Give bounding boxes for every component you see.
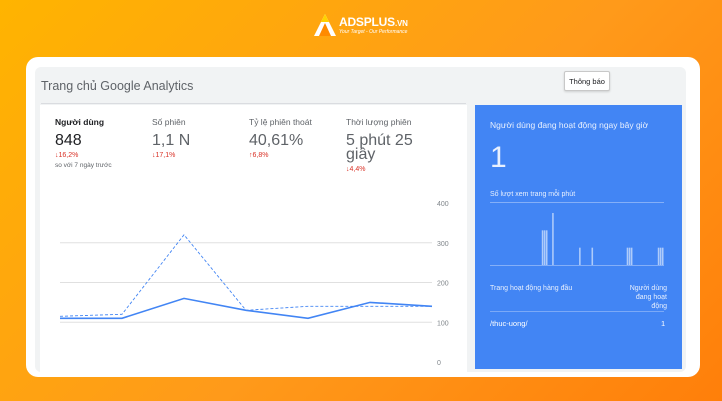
pageview-bar: [579, 247, 581, 265]
realtime-card[interactable]: Người dùng đang hoạt động ngay bây giờ 1…: [475, 105, 682, 369]
metric-bounce-rate[interactable]: Tỷ lệ phiên thoát 40,61% ↑6,8%: [249, 117, 312, 159]
metric-duration-label: Thời lượng phiên: [346, 117, 412, 127]
metric-users[interactable]: Người dùng 848 ↓16,2% so với 7 ngày trướ…: [55, 117, 115, 170]
realtime-divider: [490, 202, 664, 203]
pageview-bar: [545, 230, 548, 265]
pageview-bar: [661, 247, 664, 265]
pageview-bar: [543, 230, 546, 265]
y-tick-label: 100: [437, 320, 449, 327]
logo-tagline: Your Target - Our Performance: [339, 29, 408, 35]
pageview-bar: [626, 247, 629, 265]
metric-sessions-value: 1,1 N: [152, 132, 191, 149]
realtime-bar-chart: [541, 213, 664, 265]
metric-sessions-label: Số phiên: [152, 117, 186, 127]
realtime-col-pages: Trang hoạt động hàng đầu: [490, 285, 573, 292]
metric-bounce-value: 40,61%: [249, 132, 304, 149]
pageview-bar: [552, 213, 554, 265]
ga-home-panel: Trang chủ Google Analytics Thông báo Ngư…: [35, 67, 686, 372]
pageview-bar: [657, 247, 660, 265]
realtime-row-page[interactable]: /thuc-uong/: [490, 319, 528, 328]
pageview-bar: [630, 247, 633, 265]
pageview-bar: [541, 230, 544, 265]
realtime-bars-baseline: [490, 265, 664, 266]
realtime-row-users: 1: [661, 319, 666, 328]
adsplus-mark-icon: [314, 14, 336, 36]
notification-button[interactable]: Thông báo: [564, 71, 610, 91]
pageview-bar: [659, 247, 662, 265]
y-tick-label: 400: [437, 201, 449, 208]
y-tick-label: 300: [437, 241, 449, 248]
adsplus-logo: ADSPLUS.VN Your Target - Our Performance: [312, 12, 422, 38]
metric-users-value: 848: [55, 132, 82, 149]
metric-sessions-change: ↓17,1%: [152, 152, 176, 159]
realtime-title: Người dùng đang hoạt động ngay bây giờ: [490, 120, 649, 130]
metric-session-duration[interactable]: Thời lượng phiên 5 phút 25 giây ↓4,4%: [346, 117, 446, 173]
metric-users-change: ↓16,2%: [55, 152, 79, 159]
realtime-col-users: Người dùng đang hoạt động: [629, 285, 667, 310]
metric-users-label: Người dùng: [55, 117, 105, 127]
users-line-chart: 400 300 200 100 0: [59, 201, 449, 367]
realtime-row-divider: [490, 311, 664, 312]
metric-bounce-change: ↑6,8%: [249, 152, 269, 159]
series-line-current: [60, 297, 433, 320]
metric-users-compare: so với 7 ngày trước: [55, 162, 112, 169]
metric-duration-change: ↓4,4%: [346, 166, 366, 173]
pageview-bar: [591, 247, 594, 265]
title-divider: [41, 103, 466, 104]
y-tick-label: 0: [437, 360, 441, 367]
metric-duration-value: 5 phút 25 giây: [346, 132, 413, 163]
metric-bounce-label: Tỷ lệ phiên thoát: [249, 117, 312, 127]
pageview-bar: [628, 247, 631, 265]
overview-card: Người dùng 848 ↓16,2% so với 7 ngày trướ…: [40, 105, 467, 372]
logo-text: ADSPLUS.VN: [339, 15, 408, 29]
metric-sessions[interactable]: Số phiên 1,1 N ↓17,1%: [152, 117, 190, 159]
realtime-pageviews-label: Số lượt xem trang mỗi phút: [490, 191, 576, 198]
series-line-previous: [59, 234, 432, 317]
realtime-count: 1: [490, 141, 507, 174]
page-title: Trang chủ Google Analytics: [41, 79, 194, 93]
y-tick-label: 200: [437, 281, 449, 288]
